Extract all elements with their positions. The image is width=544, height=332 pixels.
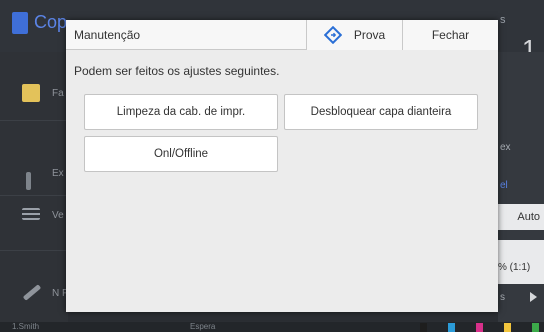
online-offline-button[interactable]: Onl/Offline: [84, 136, 278, 172]
screen: Cop s 1 Fa Ex Ve de N P ex el Auto % (1:…: [0, 0, 544, 332]
sidebar-item-label: Ex: [52, 168, 64, 179]
status-user: 1.Smith: [12, 322, 40, 331]
maintenance-dialog: Manutenção Prova Fechar Podem ser feitos…: [66, 20, 498, 312]
fechar-label: Fechar: [431, 28, 470, 42]
head-cleaning-button[interactable]: Limpeza da cab. de impr.: [84, 94, 278, 130]
ink-m-indicator: [476, 323, 483, 332]
bar-icon: [26, 172, 31, 190]
right-panel-zoom: % (1:1): [498, 262, 531, 273]
right-panel-text: ex: [500, 142, 511, 153]
sidebar-divider: [0, 120, 68, 121]
play-icon: [530, 292, 537, 302]
dialog-header: Manutenção Prova Fechar: [66, 20, 498, 50]
sidebar-divider: [0, 195, 68, 196]
background-top-right-text: s: [500, 14, 506, 26]
document-star-icon: [22, 84, 40, 102]
sidebar-divider: [0, 250, 68, 251]
diamond-arrow-icon: [323, 26, 342, 44]
prova-label: Prova: [353, 28, 386, 42]
right-panel-auto-box: Auto: [498, 204, 544, 230]
dialog-description: Podem ser feitos os ajustes seguintes.: [74, 64, 280, 78]
dialog-title: Manutenção: [74, 28, 141, 42]
status-state: Espera: [190, 322, 216, 331]
ink-y-indicator: [504, 323, 511, 332]
sidebar-item-label: Fa: [52, 88, 64, 99]
unlock-front-cover-button[interactable]: Desbloquear capa dianteira: [284, 94, 478, 130]
right-panel-text: s: [500, 292, 505, 303]
prova-button[interactable]: Prova: [306, 20, 402, 50]
copy-app-icon: [12, 12, 28, 34]
ink-c-indicator: [448, 323, 455, 332]
right-panel-auto: Auto: [517, 211, 540, 223]
list-icon: [22, 208, 40, 220]
status-bar: [0, 322, 544, 332]
ink-k-indicator: [420, 323, 427, 332]
background-app-title: Cop: [34, 12, 68, 32]
ink-g-indicator: [532, 323, 539, 332]
right-panel-zoom-box: % (1:1): [498, 240, 544, 284]
right-panel-text: el: [500, 180, 508, 191]
fechar-button[interactable]: Fechar: [402, 20, 498, 50]
